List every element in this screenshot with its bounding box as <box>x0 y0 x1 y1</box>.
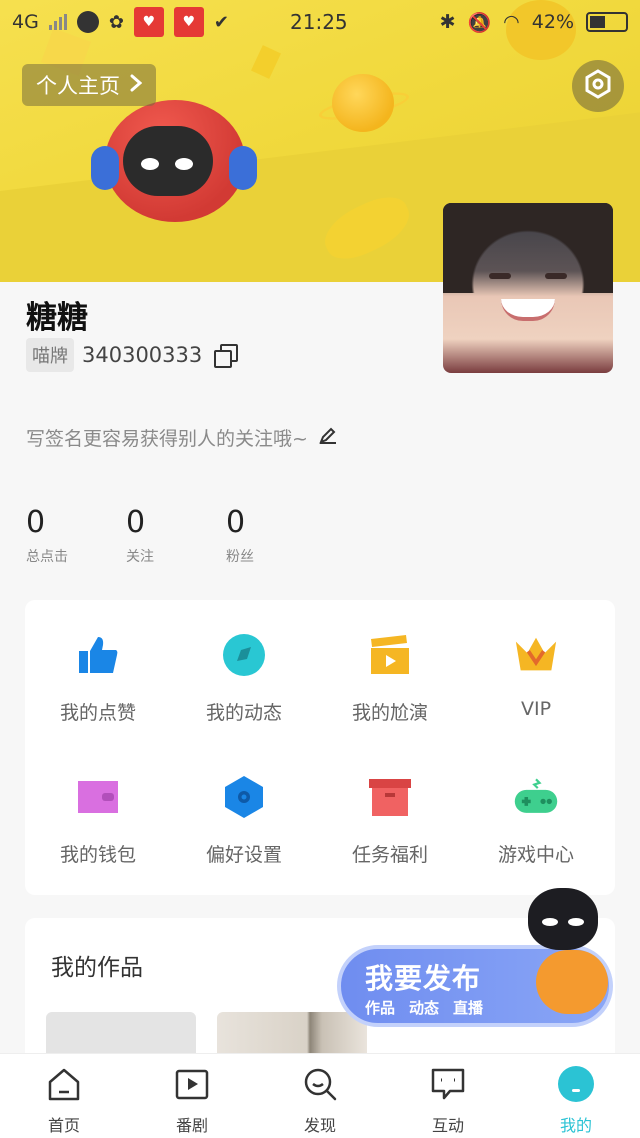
menu-label: 任务福利 <box>351 844 428 866</box>
id-tag-chip: 喵牌 <box>26 338 74 372</box>
planet-illustration <box>332 74 394 132</box>
profile-icon <box>556 1064 596 1104</box>
robot-face <box>123 126 213 196</box>
personal-homepage-label: 个人主页 <box>36 74 120 98</box>
bluetooth-icon: ✱ <box>439 11 456 33</box>
battery-percent: 42% <box>531 11 574 33</box>
stat-label: 总点击 <box>26 549 68 565</box>
play-icon <box>172 1064 212 1104</box>
tab-label: 番剧 <box>175 1116 208 1135</box>
wifi-icon: ◠ <box>503 11 520 33</box>
copy-icon[interactable] <box>214 344 239 368</box>
tab-label: 首页 <box>47 1116 80 1135</box>
stat-value: 0 <box>226 505 246 540</box>
tab-label: 我的 <box>559 1116 592 1135</box>
menu-game-center[interactable]: 游戏中心 <box>463 762 609 904</box>
network-label: 4G <box>12 11 39 33</box>
menu-label: VIP <box>520 698 552 720</box>
menu-my-awkward-acts[interactable]: 我的尬演 <box>317 620 463 762</box>
heart-app-icon-2: ♥ <box>173 7 204 37</box>
black-cat-mascot <box>528 888 598 950</box>
signal-icon <box>48 14 67 30</box>
gift-box-icon <box>367 774 413 820</box>
stat-total-clicks[interactable]: 0 总点击 <box>26 506 126 566</box>
hexagon-settings-icon <box>583 69 613 103</box>
home-icon <box>44 1064 84 1104</box>
dynamic-icon <box>221 632 267 678</box>
decor-cube-small <box>251 45 281 79</box>
stat-following[interactable]: 0 关注 <box>126 506 226 566</box>
menu-label: 偏好设置 <box>205 844 282 866</box>
menu-card: 我的点赞 我的动态 我的尬演 VIP 我的钱包 偏好设置 任务福利 游戏中心 <box>25 600 615 895</box>
chevron-right-icon <box>130 73 143 97</box>
gamepad-icon <box>513 774 559 820</box>
chat-icon <box>428 1064 468 1104</box>
battery-icon <box>586 12 628 32</box>
robot-illustration <box>91 100 257 222</box>
signature-field[interactable]: 写签名更容易获得别人的关注哦~ <box>26 424 338 451</box>
stat-value: 0 <box>26 505 46 540</box>
heart-app-icon: ♥ <box>133 7 164 37</box>
menu-task-rewards[interactable]: 任务福利 <box>317 762 463 904</box>
tab-discover[interactable]: 发现 <box>256 1054 384 1138</box>
discover-icon <box>300 1064 340 1104</box>
menu-label: 我的钱包 <box>59 844 136 866</box>
edit-pencil-icon[interactable] <box>318 425 338 450</box>
tab-interact[interactable]: 互动 <box>384 1054 512 1138</box>
clock: 21:25 <box>290 10 348 34</box>
robot-eye <box>141 158 159 170</box>
stat-value: 0 <box>126 505 146 540</box>
wallet-icon <box>75 774 121 820</box>
tab-anime[interactable]: 番剧 <box>128 1054 256 1138</box>
user-id-row: 喵牌 340300333 <box>26 338 239 372</box>
mascot-body <box>536 950 608 1014</box>
personal-homepage-button[interactable]: 个人主页 <box>22 64 156 106</box>
crown-icon <box>513 632 559 678</box>
settings-button[interactable] <box>572 60 624 112</box>
menu-vip[interactable]: VIP <box>463 620 609 762</box>
status-bar: 4G ✿ ♥ ♥ ✔ 21:25 ✱ 🔕 ◠ 42% <box>0 0 640 44</box>
thumbs-up-icon <box>75 632 121 678</box>
menu-label: 游戏中心 <box>497 844 574 866</box>
menu-my-wallet[interactable]: 我的钱包 <box>25 762 171 904</box>
bottom-tab-bar: 首页 番剧 发现 互动 我的 <box>0 1053 640 1138</box>
publish-title: 我要发布 <box>365 962 482 995</box>
robot-eye <box>175 158 193 170</box>
tab-mine[interactable]: 我的 <box>512 1054 640 1138</box>
user-id: 340300333 <box>82 343 203 367</box>
publish-option: 直播 <box>453 999 484 1017</box>
butterfly-app-icon: ✿ <box>108 11 124 33</box>
robot-ear <box>229 146 257 190</box>
menu-preferences[interactable]: 偏好设置 <box>171 762 317 904</box>
hexagon-gear-icon <box>221 774 267 820</box>
avatar[interactable] <box>443 203 613 373</box>
stat-label: 粉丝 <box>226 549 254 565</box>
signature-text: 写签名更容易获得别人的关注哦~ <box>26 428 308 450</box>
menu-my-likes[interactable]: 我的点赞 <box>25 620 171 762</box>
robot-ear <box>91 146 119 190</box>
clapper-icon <box>367 632 413 678</box>
check-icon: ✔ <box>213 11 229 33</box>
tab-label: 互动 <box>431 1116 464 1135</box>
tab-label: 发现 <box>303 1116 336 1135</box>
tab-home[interactable]: 首页 <box>0 1054 128 1138</box>
planet-app-icon <box>76 11 99 33</box>
my-works-title: 我的作品 <box>51 955 143 981</box>
publish-options: 作品 动态 直播 <box>365 997 483 1018</box>
user-name: 糖糖 <box>26 300 88 336</box>
stats-row: 0 总点击 0 关注 0 粉丝 <box>26 506 326 566</box>
stat-label: 关注 <box>126 549 154 565</box>
menu-label: 我的动态 <box>205 702 282 724</box>
menu-my-dynamics[interactable]: 我的动态 <box>171 620 317 762</box>
menu-label: 我的点赞 <box>59 702 136 724</box>
stat-followers[interactable]: 0 粉丝 <box>226 506 326 566</box>
publish-option: 作品 <box>365 999 396 1017</box>
menu-label: 我的尬演 <box>351 702 428 724</box>
publish-option: 动态 <box>409 999 440 1017</box>
mute-bell-icon: 🔕 <box>467 11 492 34</box>
